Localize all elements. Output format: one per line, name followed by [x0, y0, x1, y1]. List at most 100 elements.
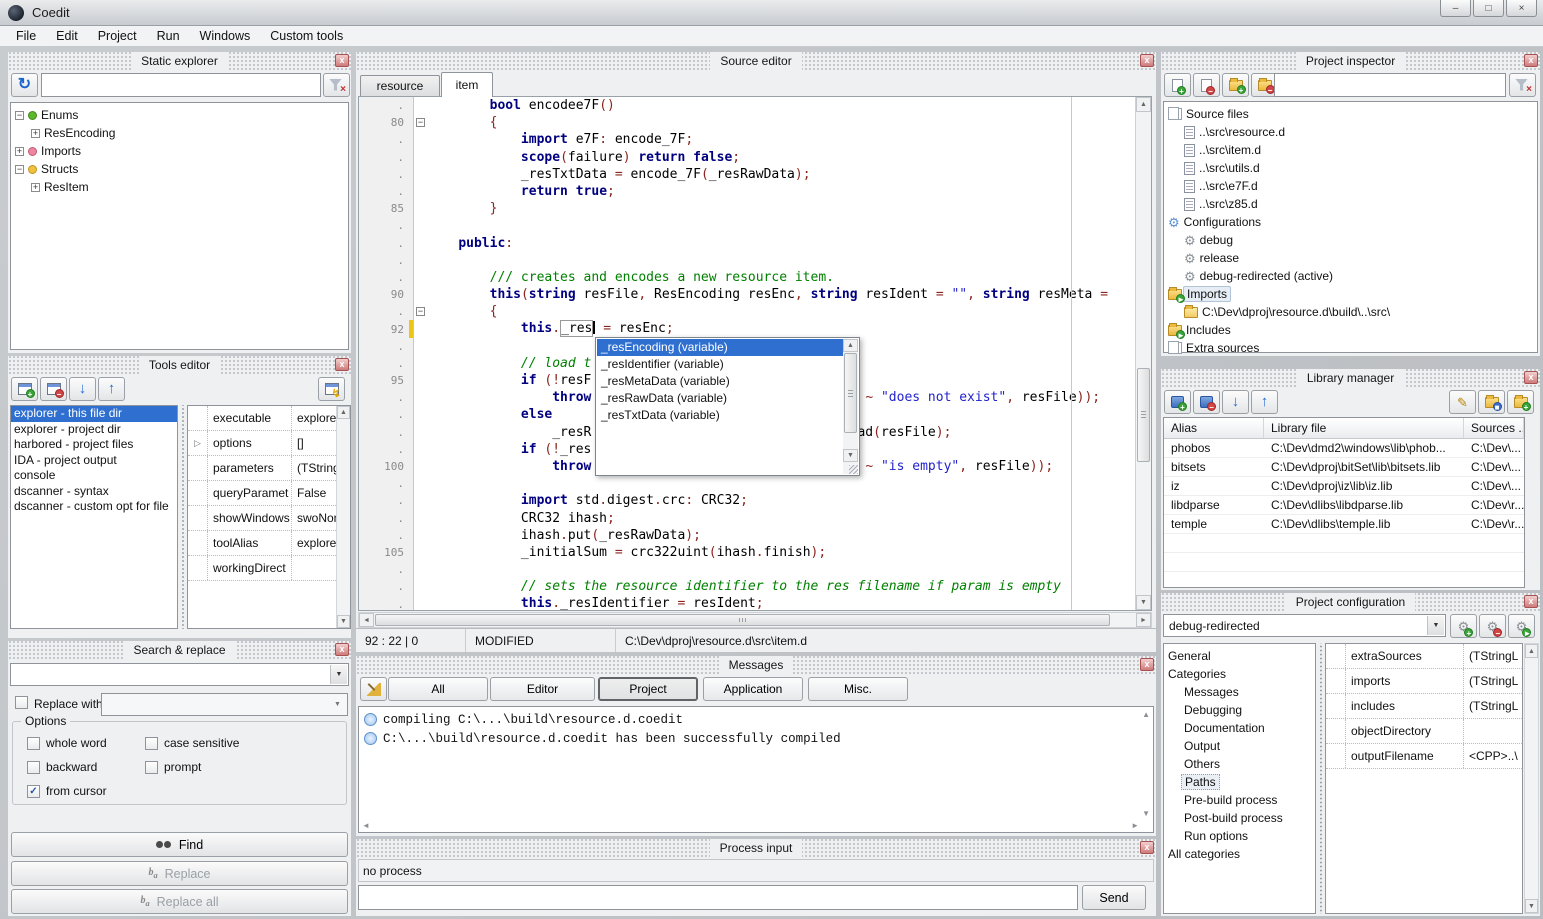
- filter-button-application[interactable]: Application: [703, 677, 803, 701]
- column-header-alias[interactable]: Alias: [1164, 418, 1264, 438]
- property-row[interactable]: outputFilename<CPP>..\: [1326, 744, 1522, 769]
- tree-item-messages[interactable]: Messages: [1164, 683, 1315, 701]
- scroll-down-icon[interactable]: ▼: [1136, 595, 1151, 610]
- completion-item[interactable]: _resEncoding (variable): [597, 339, 843, 356]
- filter-button-misc[interactable]: Misc.: [808, 677, 908, 701]
- window-remove-button[interactable]: −: [40, 377, 67, 401]
- column-header-sources[interactable]: Sources ...: [1464, 418, 1524, 438]
- arrow-down-button[interactable]: ↓: [1222, 390, 1249, 414]
- property-value[interactable]: False: [292, 481, 336, 505]
- scroll-up-icon[interactable]: ▲: [1136, 97, 1151, 112]
- fold-collapse-icon[interactable]: −: [416, 118, 425, 127]
- tree-item-imports[interactable]: ►Imports: [1164, 285, 1537, 303]
- tools-list-item[interactable]: harbored - project files: [11, 437, 177, 453]
- filter-button-all[interactable]: All: [388, 677, 488, 701]
- scroll-up-icon[interactable]: ▲: [337, 406, 350, 419]
- property-row[interactable]: ▷options[]: [188, 431, 336, 456]
- tree-item-post-build-process[interactable]: Post-build process: [1164, 809, 1315, 827]
- tree-item-debug[interactable]: ⚙debug: [1164, 231, 1537, 249]
- close-icon[interactable]: x: [1524, 595, 1538, 608]
- filter-button-editor[interactable]: Editor: [490, 677, 595, 701]
- filter-clear-button[interactable]: [323, 73, 350, 97]
- inspector-filter-input[interactable]: [1274, 73, 1506, 97]
- disk-add-button[interactable]: +: [1164, 390, 1191, 414]
- tree-item-debug-redirected-active-[interactable]: ⚙debug-redirected (active): [1164, 267, 1537, 285]
- editor-horizontal-scrollbar[interactable]: ◄ ►: [358, 612, 1152, 628]
- chevron-down-icon[interactable]: ▼: [330, 665, 347, 684]
- property-row[interactable]: workingDirect: [188, 556, 336, 581]
- disk-remove-button[interactable]: −: [1193, 390, 1220, 414]
- tab-resource[interactable]: resource: [360, 75, 440, 96]
- property-row[interactable]: queryParametFalse: [188, 481, 336, 506]
- menu-item-windows[interactable]: Windows: [190, 27, 261, 45]
- chevron-down-icon[interactable]: ▼: [1427, 616, 1444, 635]
- property-row[interactable]: objectDirectory: [1326, 719, 1522, 744]
- folder-add-button[interactable]: +: [1222, 73, 1249, 97]
- static-explorer-search-input[interactable]: [41, 73, 321, 97]
- menu-item-file[interactable]: File: [6, 27, 46, 45]
- property-row[interactable]: imports(TStringL: [1326, 669, 1522, 694]
- completion-item[interactable]: _resIdentifier (variable): [597, 356, 843, 373]
- tree-item--src-resource-d[interactable]: ..\src\resource.d: [1164, 123, 1537, 141]
- tree-item-categories[interactable]: Categories: [1164, 665, 1315, 683]
- arrow-down-button[interactable]: ↓: [69, 377, 96, 401]
- scroll-down-icon[interactable]: ▼: [843, 449, 858, 462]
- tools-list-item[interactable]: dscanner - custom opt for file: [11, 499, 177, 515]
- table-row[interactable]: libdparseC:\Dev\dlibs\libdparse.libC:\De…: [1164, 496, 1524, 515]
- gear-remove-button[interactable]: ⚙−: [1479, 614, 1506, 638]
- scroll-up-icon[interactable]: ▲: [843, 339, 858, 352]
- fold-collapse-icon[interactable]: −: [416, 307, 425, 316]
- property-value[interactable]: (TStringL: [292, 456, 336, 480]
- tree-item-c-dev-dproj-resource-d-build-s[interactable]: C:\Dev\dproj\resource.d\build\..\src\: [1164, 303, 1537, 321]
- tree-item--src-e7f-d[interactable]: ..\src\e7F.d: [1164, 177, 1537, 195]
- find-button[interactable]: Find: [11, 832, 348, 857]
- arrow-up-button[interactable]: ↑: [1251, 390, 1278, 414]
- property-value[interactable]: <CPP>..\: [1464, 744, 1522, 768]
- scrollbar-thumb[interactable]: [844, 353, 857, 433]
- file-add-button[interactable]: +: [1164, 73, 1191, 97]
- close-icon[interactable]: x: [1524, 371, 1538, 384]
- window-run-button[interactable]: ↯: [318, 377, 345, 401]
- property-row[interactable]: includes(TStringL: [1326, 694, 1522, 719]
- property-value[interactable]: [1464, 719, 1522, 743]
- scroll-left-icon[interactable]: ◄: [359, 613, 374, 627]
- tree-item--src-utils-d[interactable]: ..\src\utils.d: [1164, 159, 1537, 177]
- tree-item-source-files[interactable]: Source files: [1164, 105, 1537, 123]
- property-value[interactable]: (TStringL: [1464, 644, 1522, 668]
- resize-grip[interactable]: [849, 465, 858, 474]
- close-icon[interactable]: x: [1140, 658, 1154, 671]
- send-button[interactable]: Send: [1082, 885, 1146, 910]
- replace-all-button[interactable]: ba Replace all: [11, 889, 348, 914]
- table-row[interactable]: phobosC:\Dev\dmd2\windows\lib\phob...C:\…: [1164, 439, 1524, 458]
- whole-word-checkbox[interactable]: [27, 737, 40, 750]
- property-row[interactable]: toolAliasexplorer: [188, 531, 336, 556]
- property-value[interactable]: explorer: [292, 531, 336, 555]
- scroll-up-icon[interactable]: ▲: [1525, 644, 1538, 658]
- tree-item-release[interactable]: ⚙release: [1164, 249, 1537, 267]
- refresh-button[interactable]: ↻: [11, 73, 38, 97]
- tree-item-general[interactable]: General: [1164, 647, 1315, 665]
- expand-icon[interactable]: +: [31, 129, 40, 138]
- tree-item-all-categories[interactable]: All categories: [1164, 845, 1315, 863]
- gear-add-button[interactable]: ⚙+: [1450, 614, 1477, 638]
- property-row[interactable]: extraSources(TStringL: [1326, 644, 1522, 669]
- column-header-libraryfile[interactable]: Library file: [1264, 418, 1464, 438]
- config-selector-combobox[interactable]: debug-redirected ▼: [1163, 614, 1446, 637]
- tree-item-output[interactable]: Output: [1164, 737, 1315, 755]
- tree-item-debugging[interactable]: Debugging: [1164, 701, 1315, 719]
- search-term-combobox[interactable]: ▼: [10, 663, 349, 686]
- tree-item--src-z85-d[interactable]: ..\src\z85.d: [1164, 195, 1537, 213]
- menu-item-custom-tools[interactable]: Custom tools: [260, 27, 353, 45]
- tools-list-item[interactable]: explorer - this file dir: [11, 406, 177, 422]
- gear-run-button[interactable]: ⚙►: [1508, 614, 1535, 638]
- scrollbar-thumb[interactable]: [375, 614, 1110, 626]
- tree-item-pre-build-process[interactable]: Pre-build process: [1164, 791, 1315, 809]
- replace-term-combobox[interactable]: ▼: [101, 693, 348, 716]
- tree-item-includes[interactable]: ►Includes: [1164, 321, 1537, 339]
- case-sensitive-checkbox[interactable]: [145, 737, 158, 750]
- scroll-down-icon[interactable]: ▼: [337, 615, 350, 628]
- tree-item-imports[interactable]: +Imports: [11, 142, 348, 160]
- scrollbar[interactable]: ▲ ▼: [1524, 643, 1539, 914]
- close-icon[interactable]: x: [1140, 54, 1154, 67]
- completion-item[interactable]: _resMetaData (variable): [597, 373, 843, 390]
